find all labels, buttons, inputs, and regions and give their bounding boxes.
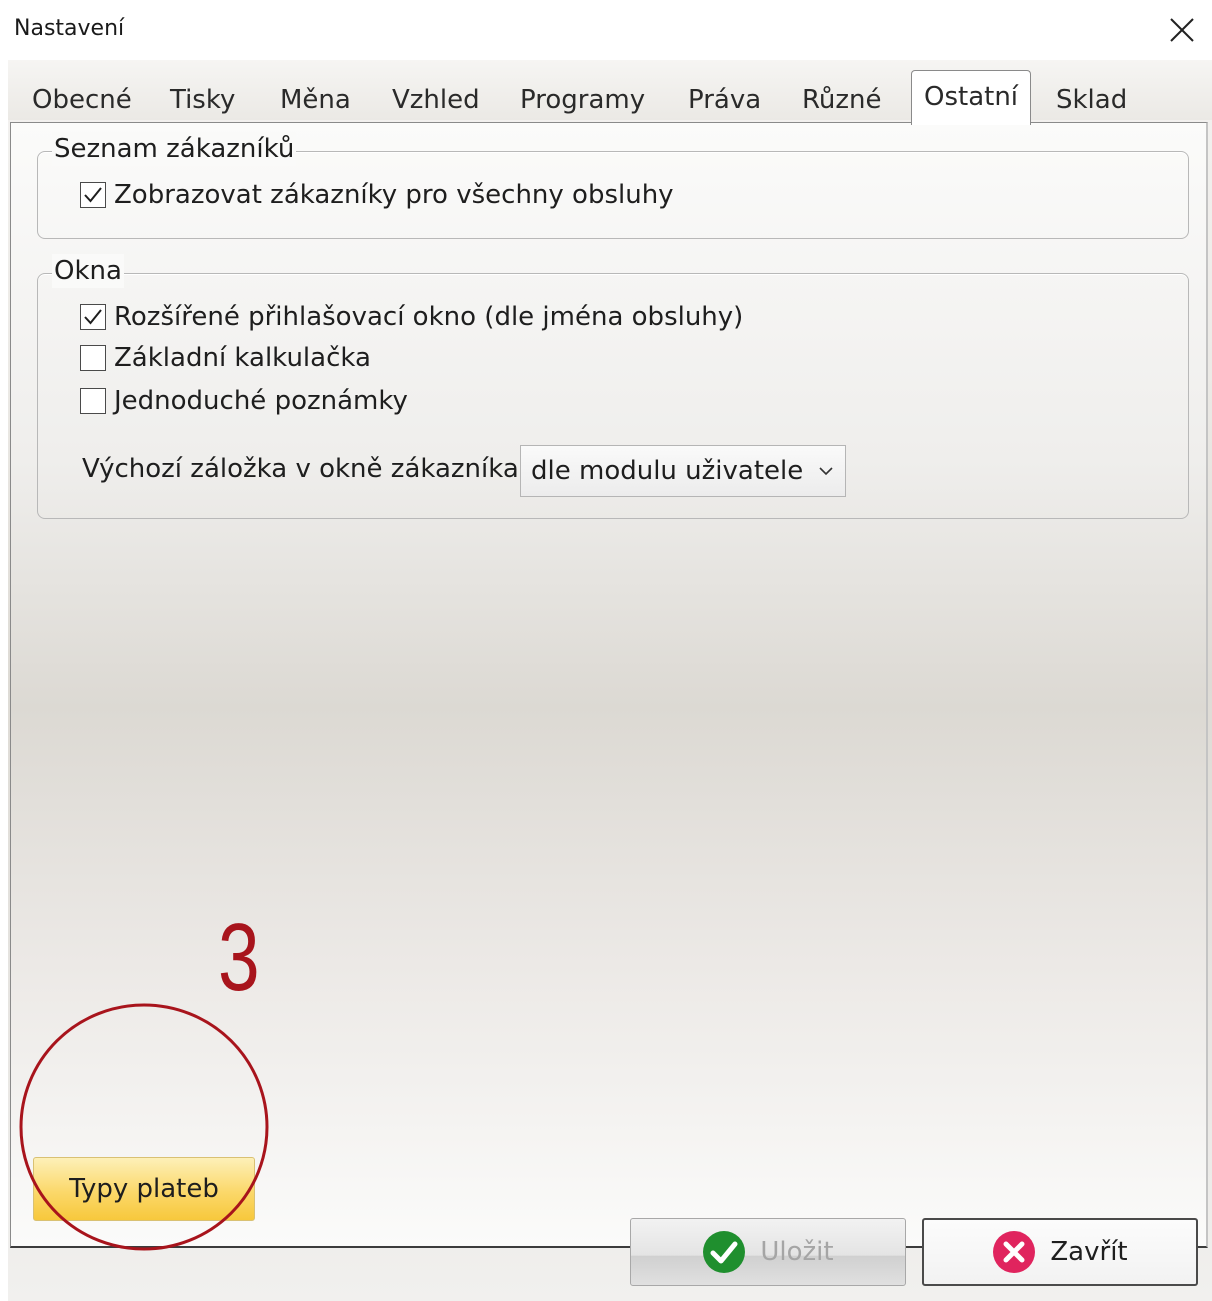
checkmark-circle-icon	[703, 1231, 746, 1273]
default-tab-select-value: dle modulu uživatele	[531, 456, 804, 486]
tab-ruzne[interactable]: Různé	[802, 80, 882, 120]
settings-window: Nastavení Obecné Tisky Měna Vzhled Progr…	[0, 0, 1212, 1301]
tab-ostatni[interactable]: Ostatní	[911, 70, 1032, 125]
dialog-client-area: Obecné Tisky Měna Vzhled Programy Práva …	[8, 60, 1212, 1301]
tab-strip: Obecné Tisky Měna Vzhled Programy Práva …	[8, 60, 1212, 125]
tab-sklad[interactable]: Sklad	[1056, 80, 1127, 120]
checkbox-box[interactable]	[80, 304, 106, 330]
tab-tisky[interactable]: Tisky	[170, 80, 235, 120]
x-circle-icon	[993, 1231, 1036, 1273]
tab-prava[interactable]: Práva	[688, 80, 761, 120]
save-button-label: Uložit	[760, 1237, 834, 1267]
checkmark-icon	[84, 309, 102, 325]
close-button-label: Zavřít	[1050, 1237, 1128, 1267]
payment-types-button[interactable]: Typy plateb	[33, 1157, 255, 1221]
close-button[interactable]: Zavřít	[922, 1218, 1198, 1286]
chevron-down-icon	[819, 467, 833, 476]
checkbox-simple-notes[interactable]: Jednoduché poznámky	[80, 384, 408, 418]
checkbox-show-all-customers[interactable]: Zobrazovat zákazníky pro všechny obsluhy	[80, 178, 674, 212]
title-bar: Nastavení	[0, 0, 1212, 60]
checkbox-basic-calculator[interactable]: Základní kalkulačka	[80, 341, 371, 375]
window-title: Nastavení	[14, 16, 125, 41]
group-windows: Okna Rozšířené přihlašovací okno (dle jm…	[37, 254, 1189, 519]
group-windows-legend: Okna	[52, 254, 124, 288]
checkbox-label: Základní kalkulačka	[114, 343, 371, 373]
save-button[interactable]: Uložit	[630, 1218, 906, 1286]
tab-vzhled[interactable]: Vzhled	[392, 80, 480, 120]
checkbox-label: Zobrazovat zákazníky pro všechny obsluhy	[114, 180, 674, 210]
annotation-number: 3	[218, 904, 260, 1011]
checkbox-label: Rozšířené přihlašovací okno (dle jména o…	[114, 302, 744, 332]
tab-programy[interactable]: Programy	[520, 80, 645, 120]
tab-obecne[interactable]: Obecné	[32, 80, 132, 120]
checkmark-icon	[84, 187, 102, 203]
group-customer-list-legend: Seznam zákazníků	[52, 132, 297, 166]
checkbox-box[interactable]	[80, 182, 106, 208]
checkbox-box[interactable]	[80, 388, 106, 414]
default-tab-label: Výchozí záložka v okně zákazníka	[82, 454, 519, 484]
checkbox-extended-login[interactable]: Rozšířené přihlašovací okno (dle jména o…	[80, 300, 743, 334]
tab-mena[interactable]: Měna	[280, 80, 351, 120]
close-icon[interactable]	[1166, 14, 1198, 46]
checkbox-label: Jednoduché poznámky	[114, 386, 408, 416]
checkbox-box[interactable]	[80, 345, 106, 371]
default-tab-select[interactable]: dle modulu uživatele	[520, 445, 846, 497]
tab-panel-ostatni: Seznam zákazníků Zobrazovat zákazníky pr…	[10, 122, 1208, 1248]
group-customer-list: Seznam zákazníků Zobrazovat zákazníky pr…	[37, 132, 1189, 239]
